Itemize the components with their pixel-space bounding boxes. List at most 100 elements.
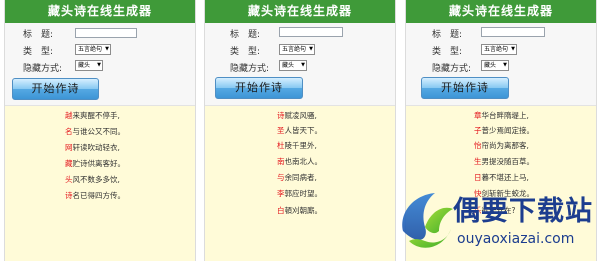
head-char: 越 (65, 111, 73, 120)
poem-line: 诗赋凌风骚, (277, 110, 317, 121)
watermark-url: ouyaoxiazai.com (457, 231, 575, 247)
poem-line: 白頓刈朝廝。 (277, 205, 322, 216)
head-char: 诗 (65, 191, 73, 200)
poem-line: 杜陵千里外, (277, 140, 317, 151)
start-poem-button[interactable]: 开始作诗 (215, 77, 303, 99)
hide-select-value: 藏头 (484, 62, 497, 69)
poem-line: 与余同病者, (277, 172, 317, 183)
poem-line: 圣人皆天下。 (277, 125, 322, 136)
line-rest: 帘尚为离那客, (481, 141, 529, 150)
hide-select-value: 藏头 (78, 62, 91, 69)
head-char: 李 (277, 189, 285, 198)
hide-select[interactable]: 藏头 ▼ (75, 60, 103, 71)
head-char: 子 (474, 126, 482, 135)
title-label: 标 题: (432, 30, 463, 40)
watermark-name: 偶要下载站 (453, 196, 593, 227)
generator-panel-1: 藏头诗在线生成器 标 题: 类 型: 五言绝句 ▼ 隐藏方式: 藏头 ▼ 开始作诗 … (4, 0, 196, 261)
poem-line: 藏贮诗供离客好。 (65, 158, 125, 169)
title-input[interactable] (481, 27, 545, 37)
head-char: 圣 (277, 126, 285, 135)
title-label: 标 题: (230, 30, 261, 40)
line-rest: 普少焉闻定接。 (481, 126, 535, 135)
poem-line: 怡帘尚为离那客, (474, 140, 529, 151)
poem-output: 诗赋凌风骚, 圣人皆天下。 杜陵千里外, 南也南北人。 与余同病者, 李郭应时望… (205, 106, 395, 261)
line-rest: 与谁公又不同。 (72, 127, 126, 136)
head-char: 生 (474, 157, 482, 166)
head-char: 南 (277, 157, 285, 166)
hide-label: 隐藏方式: (23, 64, 63, 74)
line-rest: 暮不堪还上马, (481, 173, 529, 182)
dropdown-arrow-icon: ▼ (97, 62, 101, 68)
dropdown-arrow-icon: ▼ (503, 62, 507, 68)
hide-select-value: 藏头 (282, 62, 295, 69)
line-rest: 郭应时望。 (284, 189, 323, 198)
type-select[interactable]: 五言绝句 ▼ (75, 44, 111, 55)
head-char: 日 (474, 173, 482, 182)
poem-line: 日暮不堪还上马, (474, 172, 529, 183)
dropdown-arrow-icon: ▼ (301, 62, 305, 68)
poem-form: 标 题: 类 型: 五言绝句 ▼ 隐藏方式: 藏头 ▼ 开始作诗 (205, 23, 395, 106)
line-rest: 余同病者, (284, 173, 317, 182)
site-watermark: 偶要下载站 ouyaoxiazai.com (395, 183, 600, 261)
line-rest: 名已得四方传。 (72, 191, 126, 200)
head-char: 名 (65, 127, 73, 136)
dropdown-arrow-icon: ▼ (309, 46, 313, 52)
app-title: 藏头诗在线生成器 (205, 0, 395, 23)
line-rest: 华台畔隋堤上, (481, 111, 529, 120)
poem-output: 越来爽醒不停手, 名与谁公又不同。 网轩读吹动轻衣, 藏贮诗供离客好。 头风不数… (5, 106, 195, 261)
start-poem-button[interactable]: 开始作诗 (421, 77, 509, 99)
head-char: 头 (65, 175, 73, 184)
line-rest: 男提没随百草。 (481, 157, 535, 166)
type-label: 类 型: (230, 47, 261, 57)
start-poem-button[interactable]: 开始作诗 (12, 78, 99, 100)
head-char: 诗 (277, 111, 285, 120)
head-char: 白 (277, 206, 285, 215)
poem-line: 名与谁公又不同。 (65, 126, 125, 137)
hide-select[interactable]: 藏头 ▼ (481, 60, 509, 71)
head-char: 与 (277, 173, 285, 182)
title-label: 标 题: (23, 30, 54, 40)
hide-label: 隐藏方式: (432, 64, 472, 74)
poem-line: 网轩读吹动轻衣, (65, 142, 120, 153)
title-input[interactable] (279, 27, 343, 37)
line-rest: 赋凌风骚, (284, 111, 317, 120)
title-input[interactable] (75, 28, 137, 38)
hide-select[interactable]: 藏头 ▼ (279, 60, 307, 71)
poem-form: 标 题: 类 型: 五言绝句 ▼ 隐藏方式: 藏头 ▼ 开始作诗 (406, 23, 596, 106)
dropdown-arrow-icon: ▼ (105, 46, 109, 52)
poem-line: 南也南北人。 (277, 156, 322, 167)
poem-line: 诗名已得四方传。 (65, 190, 125, 201)
poem-line: 生男提没随百草。 (474, 156, 534, 167)
line-rest: 也南北人。 (284, 157, 323, 166)
poem-line: 头风不数多多饮, (65, 174, 120, 185)
type-select[interactable]: 五言绝句 ▼ (481, 44, 517, 55)
type-select[interactable]: 五言绝句 ▼ (279, 44, 315, 55)
type-select-value: 五言绝句 (282, 46, 307, 53)
head-char: 藏 (65, 159, 73, 168)
line-rest: 轩读吹动轻衣, (72, 143, 120, 152)
type-label: 类 型: (23, 47, 54, 57)
poem-line: 李郭应时望。 (277, 188, 322, 199)
dropdown-arrow-icon: ▼ (511, 46, 515, 52)
app-title: 藏头诗在线生成器 (5, 0, 195, 23)
line-rest: 頓刈朝廝。 (284, 206, 323, 215)
line-rest: 来爽醒不停手, (72, 111, 120, 120)
poem-line: 子普少焉闻定接。 (474, 125, 534, 136)
type-label: 类 型: (432, 47, 463, 57)
poem-line: 越来爽醒不停手, (65, 110, 120, 121)
head-char: 杜 (277, 141, 285, 150)
line-rest: 风不数多多饮, (72, 175, 120, 184)
poem-form: 标 题: 类 型: 五言绝句 ▼ 隐藏方式: 藏头 ▼ 开始作诗 (5, 23, 195, 106)
generator-panel-2: 藏头诗在线生成器 标 题: 类 型: 五言绝句 ▼ 隐藏方式: 藏头 ▼ 开始作诗 … (204, 0, 396, 261)
head-char: 怡 (474, 141, 482, 150)
hide-label: 隐藏方式: (230, 64, 270, 74)
line-rest: 陵千里外, (284, 141, 317, 150)
app-title: 藏头诗在线生成器 (406, 0, 596, 23)
head-char: 章 (474, 111, 482, 120)
type-select-value: 五言绝句 (484, 46, 509, 53)
poem-line: 章华台畔隋堤上, (474, 110, 529, 121)
line-rest: 人皆天下。 (284, 126, 323, 135)
line-rest: 贮诗供离客好。 (72, 159, 126, 168)
type-select-value: 五言绝句 (78, 46, 103, 53)
head-char: 网 (65, 143, 73, 152)
